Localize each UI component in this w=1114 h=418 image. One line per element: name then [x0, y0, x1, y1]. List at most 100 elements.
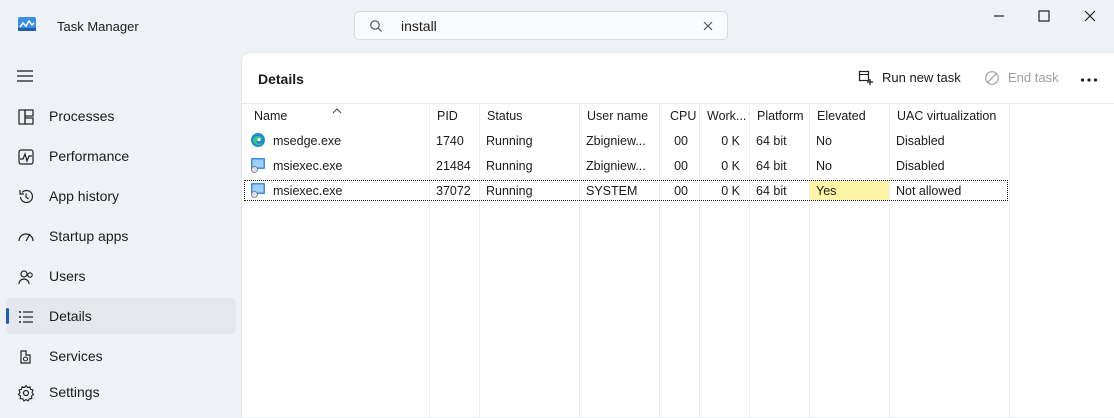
installer-icon — [250, 157, 266, 173]
sidebar-item-label: Services — [49, 348, 103, 364]
run-new-task-icon — [858, 70, 874, 86]
column-divider — [1009, 104, 1010, 418]
column-header-status[interactable]: Status — [487, 109, 575, 123]
page-title: Details — [258, 71, 304, 87]
search-icon — [369, 19, 383, 33]
sidebar-item-label: Settings — [49, 384, 100, 400]
process-working-set: 0 K — [721, 184, 740, 198]
sidebar-item-processes[interactable]: Processes — [6, 98, 236, 134]
processes-icon — [17, 108, 35, 126]
details-panel: Details Run new task End task Name PID S… — [241, 52, 1114, 418]
process-uac: Not allowed — [896, 184, 962, 198]
process-uac: Disabled — [896, 134, 945, 148]
process-user: Zbigniew... — [586, 159, 646, 173]
process-platform: 64 bit — [756, 134, 787, 148]
table-row-selected[interactable]: msiexec.exe 37072 Running SYSTEM 00 0 K … — [244, 180, 1008, 201]
process-name: msiexec.exe — [273, 184, 343, 198]
column-divider — [889, 104, 890, 418]
process-name: msiexec.exe — [273, 159, 343, 173]
column-divider — [749, 104, 750, 418]
column-header-pid[interactable]: PID — [437, 109, 477, 123]
services-icon — [17, 348, 35, 366]
search-input[interactable] — [401, 17, 681, 35]
column-header-name[interactable]: Name — [254, 109, 424, 123]
column-header-working-set[interactable]: Work... — [707, 109, 747, 123]
column-divider — [579, 104, 580, 418]
column-header-user-name[interactable]: User name — [587, 109, 657, 123]
edge-icon — [250, 132, 266, 148]
process-elevated: Yes — [816, 184, 837, 198]
column-header-platform[interactable]: Platform — [757, 109, 807, 123]
sidebar-item-services[interactable]: Services — [6, 338, 236, 374]
end-task-button[interactable]: End task — [984, 67, 1074, 91]
column-divider — [479, 104, 480, 418]
more-options-icon[interactable] — [1080, 71, 1098, 82]
column-header-cpu[interactable]: CPU — [670, 109, 697, 123]
active-indicator — [6, 308, 9, 324]
sidebar-item-label: Details — [49, 308, 92, 324]
end-task-icon — [984, 70, 1000, 86]
process-pid: 21484 — [436, 159, 471, 173]
column-divider — [659, 104, 660, 418]
process-pid: 1740 — [436, 134, 464, 148]
process-user: SYSTEM — [586, 184, 638, 198]
sidebar-item-label: Performance — [49, 148, 130, 164]
column-divider — [699, 104, 700, 418]
process-status: Running — [486, 184, 533, 198]
column-header-elevated[interactable]: Elevated — [817, 109, 887, 123]
maximize-icon — [1038, 10, 1050, 22]
sidebar-item-label: App history — [49, 188, 120, 204]
process-elevated: No — [816, 159, 832, 173]
sidebar-item-details[interactable]: Details — [6, 298, 236, 334]
title-bar: Task Manager — [0, 0, 1114, 52]
app-history-icon — [17, 188, 35, 206]
settings-icon — [17, 384, 35, 402]
app-title: Task Manager — [57, 19, 139, 34]
performance-icon — [17, 148, 35, 166]
close-button[interactable] — [1067, 0, 1113, 32]
sidebar-item-label: Processes — [49, 108, 115, 124]
sidebar-item-settings[interactable]: Settings — [6, 374, 236, 410]
sidebar-item-users[interactable]: Users — [6, 258, 236, 294]
sidebar-item-label: Users — [49, 268, 86, 284]
search-box[interactable] — [354, 11, 728, 40]
end-task-label: End task — [1008, 70, 1059, 85]
table-row[interactable]: msiexec.exe 21484 Running Zbigniew... 00… — [244, 155, 1008, 176]
task-manager-logo-icon — [18, 17, 36, 31]
hamburger-menu-icon[interactable] — [16, 67, 36, 85]
process-user: Zbigniew... — [586, 134, 646, 148]
minimize-icon — [994, 15, 1004, 17]
process-cpu: 00 — [674, 184, 688, 198]
process-status: Running — [486, 134, 533, 148]
process-pid: 37072 — [436, 184, 471, 198]
process-working-set: 0 K — [721, 159, 740, 173]
sort-ascending-icon — [332, 102, 342, 114]
header-divider — [242, 103, 1114, 104]
sidebar-item-label: Startup apps — [49, 228, 129, 244]
close-icon — [1084, 10, 1096, 22]
sidebar-item-app-history[interactable]: App history — [6, 178, 236, 214]
process-name: msedge.exe — [273, 134, 342, 148]
run-new-task-label: Run new task — [882, 70, 961, 85]
process-platform: 64 bit — [756, 159, 787, 173]
table-row[interactable]: msedge.exe 1740 Running Zbigniew... 00 0… — [244, 130, 1008, 151]
users-icon — [17, 268, 35, 286]
maximize-button[interactable] — [1021, 0, 1067, 32]
process-status: Running — [486, 159, 533, 173]
column-header-uac-virtualization[interactable]: UAC virtualization — [897, 109, 1007, 123]
process-cpu: 00 — [674, 134, 688, 148]
process-cpu: 00 — [674, 159, 688, 173]
process-working-set: 0 K — [721, 134, 740, 148]
column-divider — [809, 104, 810, 418]
process-platform: 64 bit — [756, 184, 787, 198]
minimize-button[interactable] — [976, 0, 1022, 32]
sidebar-item-startup-apps[interactable]: Startup apps — [6, 218, 236, 254]
details-icon — [17, 308, 35, 326]
sidebar-item-performance[interactable]: Performance — [6, 138, 236, 174]
column-divider — [429, 104, 430, 418]
run-new-task-button[interactable]: Run new task — [858, 67, 986, 91]
process-elevated: No — [816, 134, 832, 148]
startup-apps-icon — [17, 228, 35, 246]
clear-search-icon[interactable] — [701, 19, 715, 33]
installer-icon — [250, 182, 266, 198]
